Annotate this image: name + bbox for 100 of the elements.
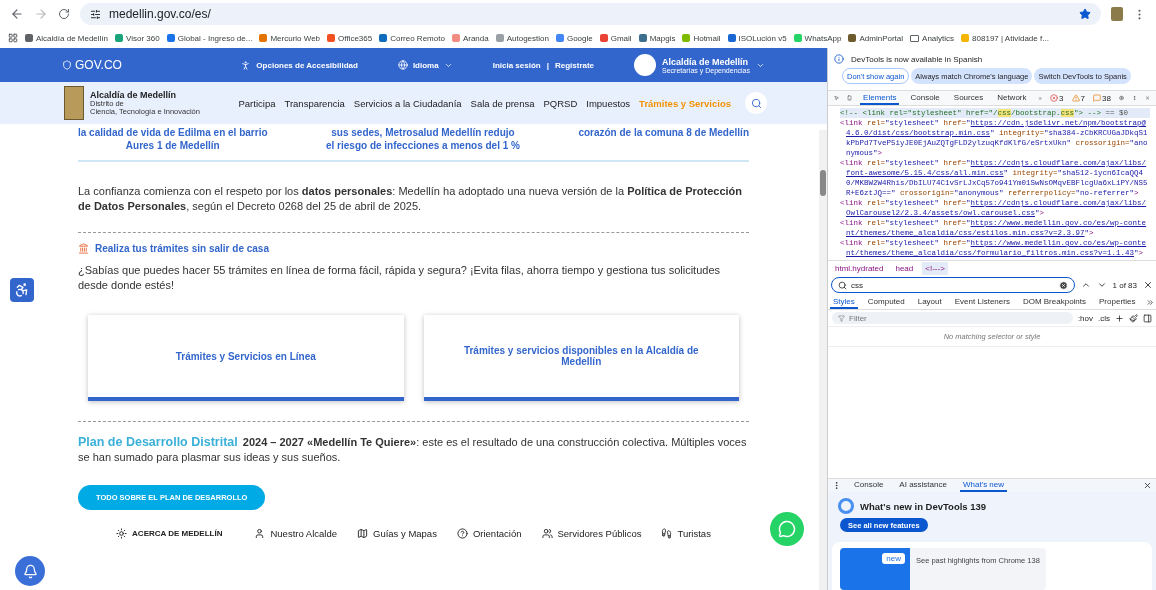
styles-tab[interactable]: Properties [1096,295,1139,309]
close-icon[interactable] [1143,280,1153,290]
bookmark[interactable]: Hotmail [682,33,721,43]
url-text: medellin.gov.co/es/ [109,7,211,21]
next-icon[interactable] [1096,280,1107,290]
nav-link[interactable]: Sala de prensa [470,97,535,109]
site-info-icon[interactable] [90,8,101,20]
breadcrumb[interactable]: head [892,261,917,275]
issue-icon [1092,94,1101,102]
warning-icon [1071,94,1080,102]
govco-logo[interactable]: GOV.CO [62,58,122,72]
styles-tab[interactable]: DOM Breakpoints [1019,295,1090,309]
news-snippet[interactable]: sus sedes, Metrosalud Medellín redujo el riesgo de infecciones a menos del 1 % [325,126,520,152]
apps-icon[interactable] [8,33,18,43]
bell-icon [22,563,38,579]
bookmark[interactable]: 808197 | Atividade f... [961,33,1049,43]
devtools-tab[interactable]: Elements [860,91,900,105]
notification-bell-button[interactable] [15,556,45,586]
nav-link[interactable]: Servicios a la Ciudadanía [353,97,462,109]
bookmark-star-icon[interactable] [1079,8,1091,20]
sidebar-toggle-icon[interactable] [1143,313,1152,323]
news-snippet[interactable]: corazón de la comuna 8 de Medellín [578,126,749,152]
nav-link[interactable]: Participa [238,97,276,109]
brand-name: Alcaldía de Medellín [90,90,178,100]
nav-link[interactable]: PQRSD [543,97,578,109]
service-card[interactable]: Trámites y Servicios en Línea [88,315,404,401]
more-tabs-icon[interactable] [1145,297,1154,307]
bookmark[interactable]: Correo Remoto [379,33,445,43]
bookmark[interactable]: ISOLución v5 [727,33,787,43]
bookmark[interactable]: AdminPortal [848,33,904,43]
bookmark[interactable]: Visor 360 [115,33,160,43]
search-icon [838,280,847,290]
register-link[interactable]: Regístrate [554,60,595,70]
styles-tab[interactable]: Event Listeners [951,295,1013,309]
styles-tab[interactable]: Layout [914,295,945,309]
hov-toggle[interactable]: :hov [1077,313,1093,323]
bookmark[interactable]: Google [555,33,593,43]
footer-link[interactable]: Guías y Mapas [357,528,437,539]
devtools-tab[interactable]: Sources [950,91,987,105]
address-bar[interactable]: medellin.gov.co/es/ [80,3,1101,25]
person-icon [254,528,266,539]
footer-link[interactable]: ACERCA DE MEDELLÍN [116,528,223,539]
reload-icon[interactable] [58,8,70,20]
filter-icon [838,314,845,322]
login-link[interactable]: Inicia sesión [492,60,541,70]
bookmark[interactable]: Global - Ingreso de... [166,33,253,43]
bookmark[interactable]: Mapgis [638,33,676,43]
nav-link[interactable]: Transparencia [284,97,345,109]
drawer-tab[interactable]: Console [851,479,887,492]
chat-bubble-icon [778,520,796,538]
settings-icon[interactable] [1118,93,1124,103]
error-icon [1050,94,1059,102]
entity-name: Alcaldía de Medellín [662,56,750,67]
separator-text: | [546,60,549,70]
device-toolbar-icon[interactable] [847,93,853,103]
cls-toggle[interactable]: .cls [1098,313,1110,323]
bookmark[interactable]: WhatsApp [793,33,842,43]
news-snippet[interactable]: la calidad de vida de Edilma en el barrio Aures 1 de Medellín [78,126,268,152]
close-icon[interactable] [1143,481,1152,490]
drawer-tab[interactable]: AI assistance [896,479,950,492]
language-menu[interactable]: Idioma [397,60,453,70]
devtools-tab[interactable]: Network [994,91,1030,105]
inspect-icon[interactable] [834,93,840,103]
back-icon[interactable] [10,7,24,21]
bookmark[interactable]: Aranda [451,33,489,43]
bookmark[interactable]: Autogestion [495,33,549,43]
bookmark[interactable]: Gmail [599,33,632,43]
warning-count: 7 [1080,93,1085,103]
nav-link[interactable]: Impuestos [586,97,631,109]
brush-icon[interactable] [1129,313,1138,323]
service-card[interactable]: Trámites y servicios disponibles en la Alcaldía de Medellín [423,315,739,401]
devtools-tab[interactable]: Console [907,91,943,105]
previous-icon[interactable] [1080,280,1091,290]
styles-tab[interactable]: Computed [864,295,908,309]
bookmark[interactable]: Office365 [327,33,373,43]
infobar-message: DevTools is now available in Spanish [851,54,983,64]
styles-tab[interactable]: Styles [830,295,858,309]
plan-paragraph: Plan de Desarrollo Distrital 2024 – 2027 «Medellín Te Quiere»: este es el resultado de una construcción colectiva. Múltiples voces se han sumado para plasmar sus ideas y sus sueños. [78,435,748,465]
person-icon [240,59,252,71]
clear-icon[interactable] [1058,280,1068,290]
bookmark[interactable]: Analytics [910,33,955,43]
tramites-paragraph: ¿Sabías que puedes hacer 55 trámites en línea de forma fácil, rápida y segura? ¡Evita filas, ahorra tiempo y gestiona tus solicitudes desde donde estés! [78,263,721,293]
filter-field[interactable]: Filter [832,312,1073,324]
breadcrumb[interactable]: <!---> [922,261,948,275]
add-rule-icon[interactable] [1115,313,1124,323]
drawer-menu-icon[interactable] [832,481,841,490]
footer-link[interactable]: Nuestro Alcalde [254,528,337,539]
accessibility-options[interactable]: Opciones de Accesibilidad [240,59,358,71]
footer-link[interactable]: Orientación [456,528,522,539]
scrollbar-thumb[interactable] [820,170,826,196]
footer-link[interactable]: Servidores Públicos [541,528,642,539]
bookmark[interactable]: Mercurio Web [259,33,321,43]
accessibility-button[interactable] [10,278,34,302]
breadcrumb[interactable]: html.hydrated [832,261,887,275]
drawer-tab[interactable]: What's new [959,479,1008,492]
globe-icon [397,60,408,70]
bookmark[interactable]: Alcaldía de Medellín [25,33,109,43]
search-button[interactable] [745,92,767,114]
question-icon [456,528,468,539]
footer-link[interactable]: Turistas [661,528,711,539]
